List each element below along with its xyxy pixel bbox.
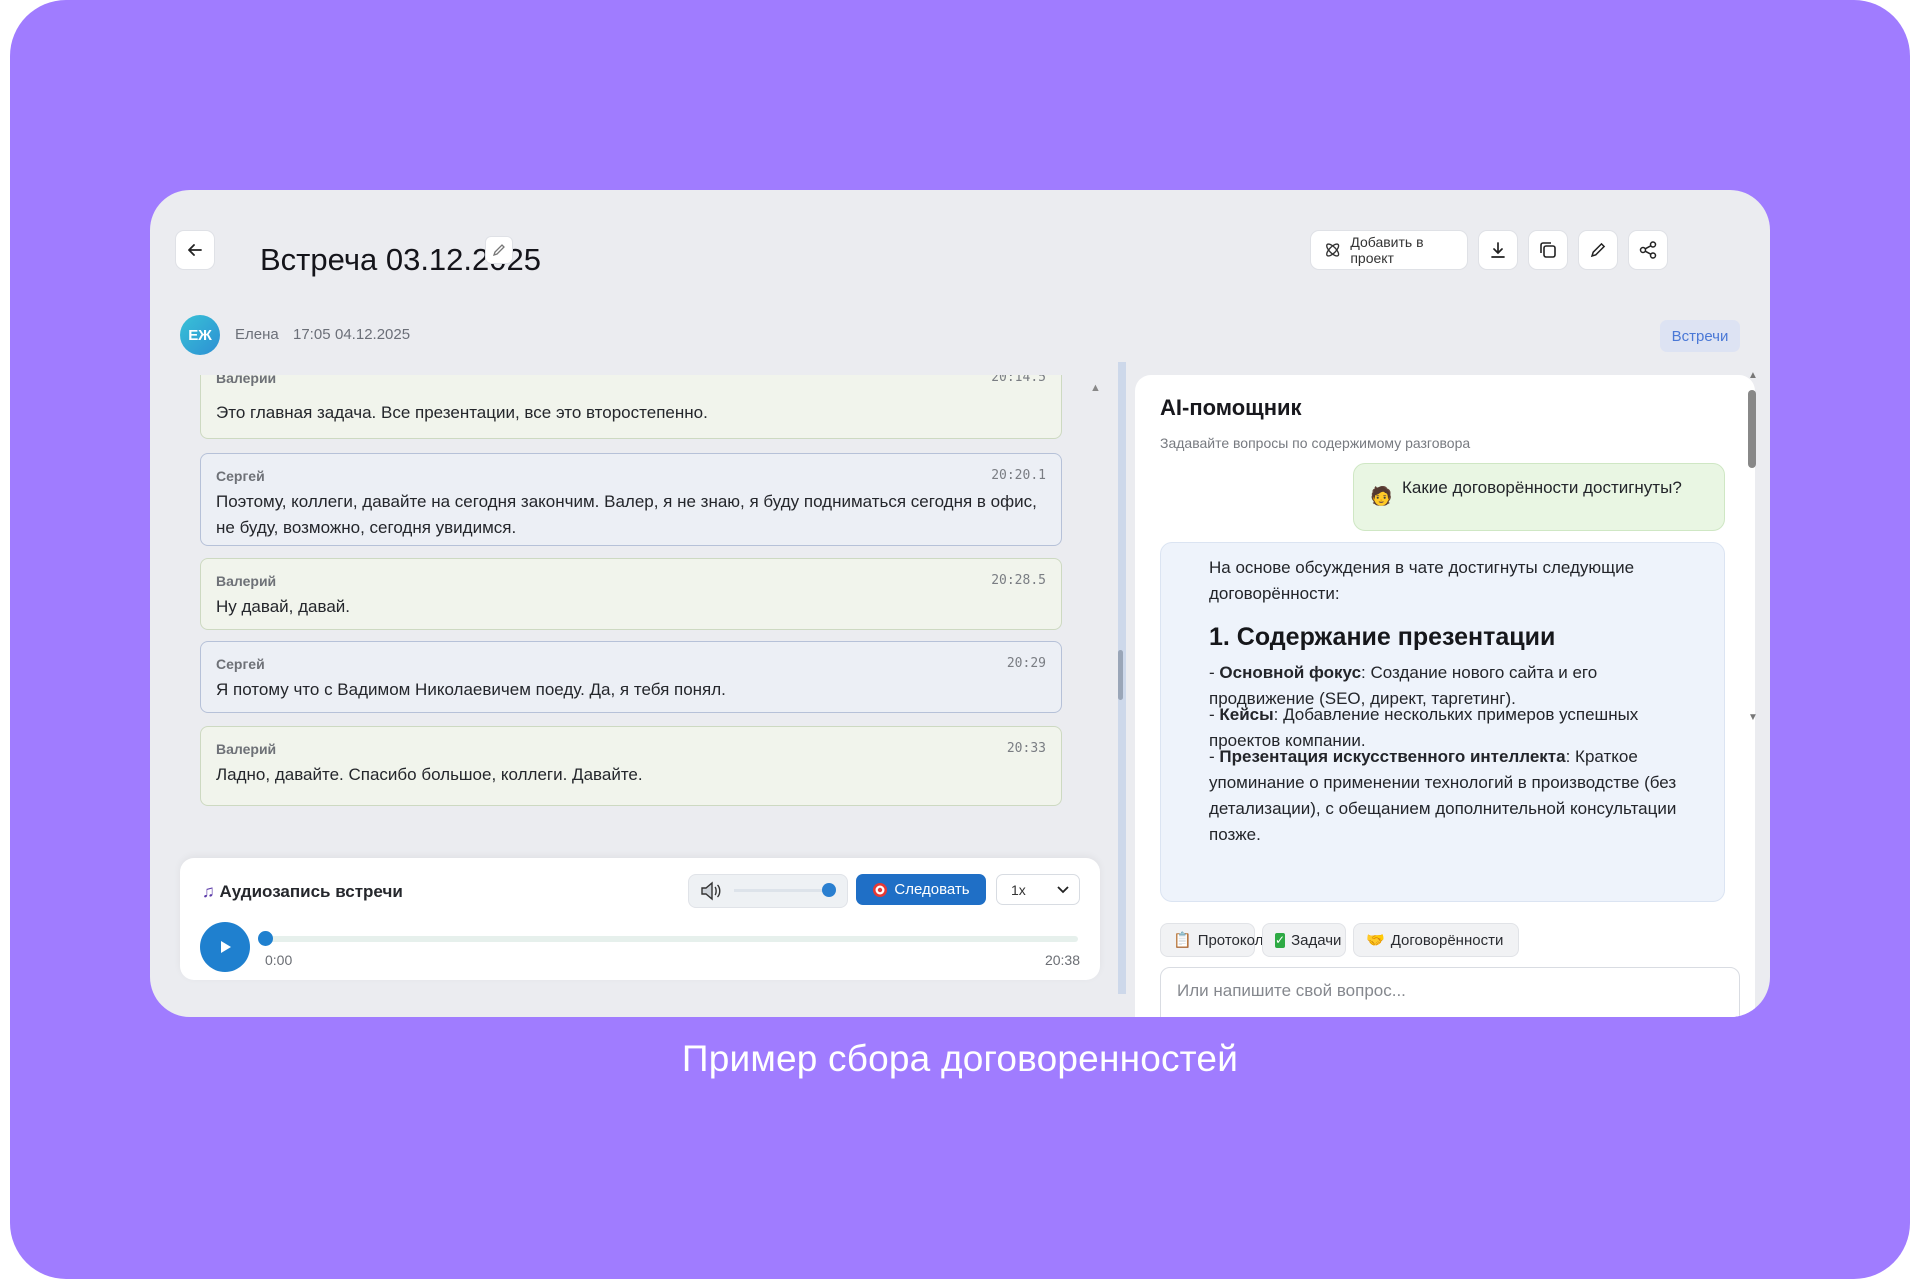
answer-item-bold: Кейсы — [1219, 705, 1274, 724]
splitter-handle[interactable] — [1118, 650, 1123, 700]
answer-item-bold: Основной фокус — [1219, 663, 1362, 682]
handshake-icon: 🤝 — [1366, 932, 1385, 949]
clipboard-icon: 📋 — [1173, 932, 1192, 949]
add-to-project-label: Добавить в проект — [1350, 234, 1424, 266]
user-question: Какие договорённости достигнуты? — [1402, 478, 1682, 497]
ai-scroll-thumb[interactable] — [1748, 390, 1756, 468]
share-button[interactable] — [1628, 230, 1668, 270]
play-button[interactable] — [200, 922, 250, 972]
assistant-answer: На основе обсуждения в чате достигнуты с… — [1160, 542, 1725, 902]
message-speaker: Валерий — [216, 375, 277, 386]
audio-progress-track[interactable] — [264, 936, 1078, 942]
copy-icon — [1540, 242, 1556, 258]
message-text: Это главная задача. Все презентации, все… — [216, 403, 708, 422]
message-text: Ладно, давайте. Спасибо большое, коллеги… — [216, 765, 643, 784]
avatar: ЕЖ — [180, 315, 220, 355]
download-button[interactable] — [1478, 230, 1518, 270]
message-timestamp[interactable]: 20:20.1 — [991, 468, 1046, 483]
caption: Пример сбора договоренностей — [681, 1038, 1239, 1079]
transcript-message: Сергей 20:20.1 Поэтому, коллеги, давайте… — [200, 453, 1062, 546]
ai-scroll-down[interactable]: ▼ — [1748, 712, 1758, 723]
ai-subtitle: Задавайте вопросы по содержимому разгово… — [1160, 435, 1471, 451]
transcript-message: Валерий 20:14.5 Это главная задача. Все … — [200, 375, 1062, 439]
question-input[interactable] — [1175, 980, 1719, 1002]
answer-heading: 1. Содержание презентации — [1209, 623, 1556, 651]
edit-icon — [1590, 242, 1606, 258]
chevron-down-icon — [1057, 886, 1069, 894]
message-speaker: Валерий — [216, 573, 277, 589]
chip-label: Задачи — [1291, 931, 1342, 949]
speed-value: 1x — [1011, 882, 1026, 898]
checkbox-icon: ✓ — [1275, 932, 1286, 948]
transcript-message: Валерий 20:28.5 Ну давай, давай. — [200, 558, 1062, 630]
volume-control[interactable] — [688, 874, 848, 908]
edit-button[interactable] — [1578, 230, 1618, 270]
ai-scroll-up[interactable]: ▲ — [1748, 370, 1758, 381]
current-time: 0:00 — [265, 952, 293, 968]
speaker-icon — [701, 881, 721, 901]
target-icon — [873, 882, 888, 897]
copy-button[interactable] — [1528, 230, 1568, 270]
message-speaker: Сергей — [216, 468, 265, 484]
meeting-date: 04.12.2025 — [335, 326, 411, 343]
play-icon — [221, 941, 231, 953]
speed-select[interactable]: 1x — [996, 874, 1080, 905]
ai-title: AI-помощник — [1160, 395, 1302, 420]
audio-player: ♫ Аудиозапись встречи Следовать 1x 0:00 … — [180, 858, 1100, 980]
meeting-card: Встреча 03.12.2025 Добавить в проект ЕЖ … — [150, 190, 1770, 1017]
chip-label: Протокол — [1197, 931, 1264, 949]
message-text: Я потому что с Вадимом Николаевичем поед… — [216, 680, 726, 699]
add-to-project-button[interactable]: Добавить в проект — [1310, 230, 1468, 270]
transcript-list: Валерий 20:14.5 Это главная задача. Все … — [180, 375, 1080, 855]
download-icon — [1491, 242, 1505, 258]
chip-protocol[interactable]: 📋 Протокол — [1160, 923, 1263, 957]
meeting-time: 17:05 — [293, 326, 331, 343]
volume-knob[interactable] — [822, 883, 836, 897]
message-text: Поэтому, коллеги, давайте на сегодня зак… — [216, 492, 1037, 537]
question-input-box[interactable] — [1160, 967, 1740, 1017]
author-name: Елена — [235, 326, 279, 343]
message-timestamp[interactable]: 20:14.5 — [991, 375, 1046, 385]
transcript-message: Сергей 20:29 Я потому что с Вадимом Нико… — [200, 641, 1062, 713]
back-arrow-icon — [188, 244, 202, 256]
follow-button[interactable]: Следовать — [856, 874, 986, 905]
user-message: 🧑 Какие договорённости достигнуты? — [1353, 463, 1725, 531]
follow-label: Следовать — [894, 881, 970, 898]
category-tag[interactable]: Встречи — [1660, 320, 1740, 352]
audio-title: ♫ Аудиозапись встречи — [202, 882, 403, 902]
volume-track[interactable] — [734, 889, 829, 892]
edit-title-button[interactable] — [485, 236, 513, 264]
answer-item-bold: Презентация искусственного интеллекта — [1219, 747, 1566, 766]
pencil-icon — [492, 244, 505, 257]
transcript-scroll-up[interactable]: ▲ — [1090, 382, 1101, 394]
audio-progress-knob[interactable] — [258, 931, 273, 946]
face-icon: 🧑 — [1370, 486, 1393, 506]
back-button[interactable] — [175, 230, 215, 270]
answer-item: - Презентация искусственного интеллекта:… — [1209, 747, 1677, 844]
message-text: Ну давай, давай. — [216, 597, 350, 616]
chip-agreements[interactable]: 🤝 Договорённости — [1353, 923, 1519, 957]
message-timestamp[interactable]: 20:29 — [1007, 656, 1046, 671]
music-note-icon: ♫ — [202, 882, 215, 901]
share-icon — [1639, 241, 1657, 259]
atom-icon — [1326, 243, 1340, 257]
duration: 20:38 — [1044, 952, 1080, 968]
ai-assistant-panel: AI-помощник Задавайте вопросы по содержи… — [1135, 375, 1755, 1017]
message-timestamp[interactable]: 20:33 — [1007, 741, 1046, 756]
answer-intro: На основе обсуждения в чате достигнуты с… — [1209, 558, 1635, 603]
chip-label: Договорённости — [1390, 931, 1504, 949]
message-speaker: Сергей — [216, 656, 265, 672]
message-timestamp[interactable]: 20:28.5 — [991, 573, 1046, 588]
chip-tasks[interactable]: ✓ Задачи — [1262, 923, 1346, 957]
audio-title-text: Аудиозапись встречи — [219, 882, 403, 901]
message-speaker: Валерий — [216, 741, 277, 757]
transcript-message: Валерий 20:33 Ладно, давайте. Спасибо бо… — [200, 726, 1062, 806]
